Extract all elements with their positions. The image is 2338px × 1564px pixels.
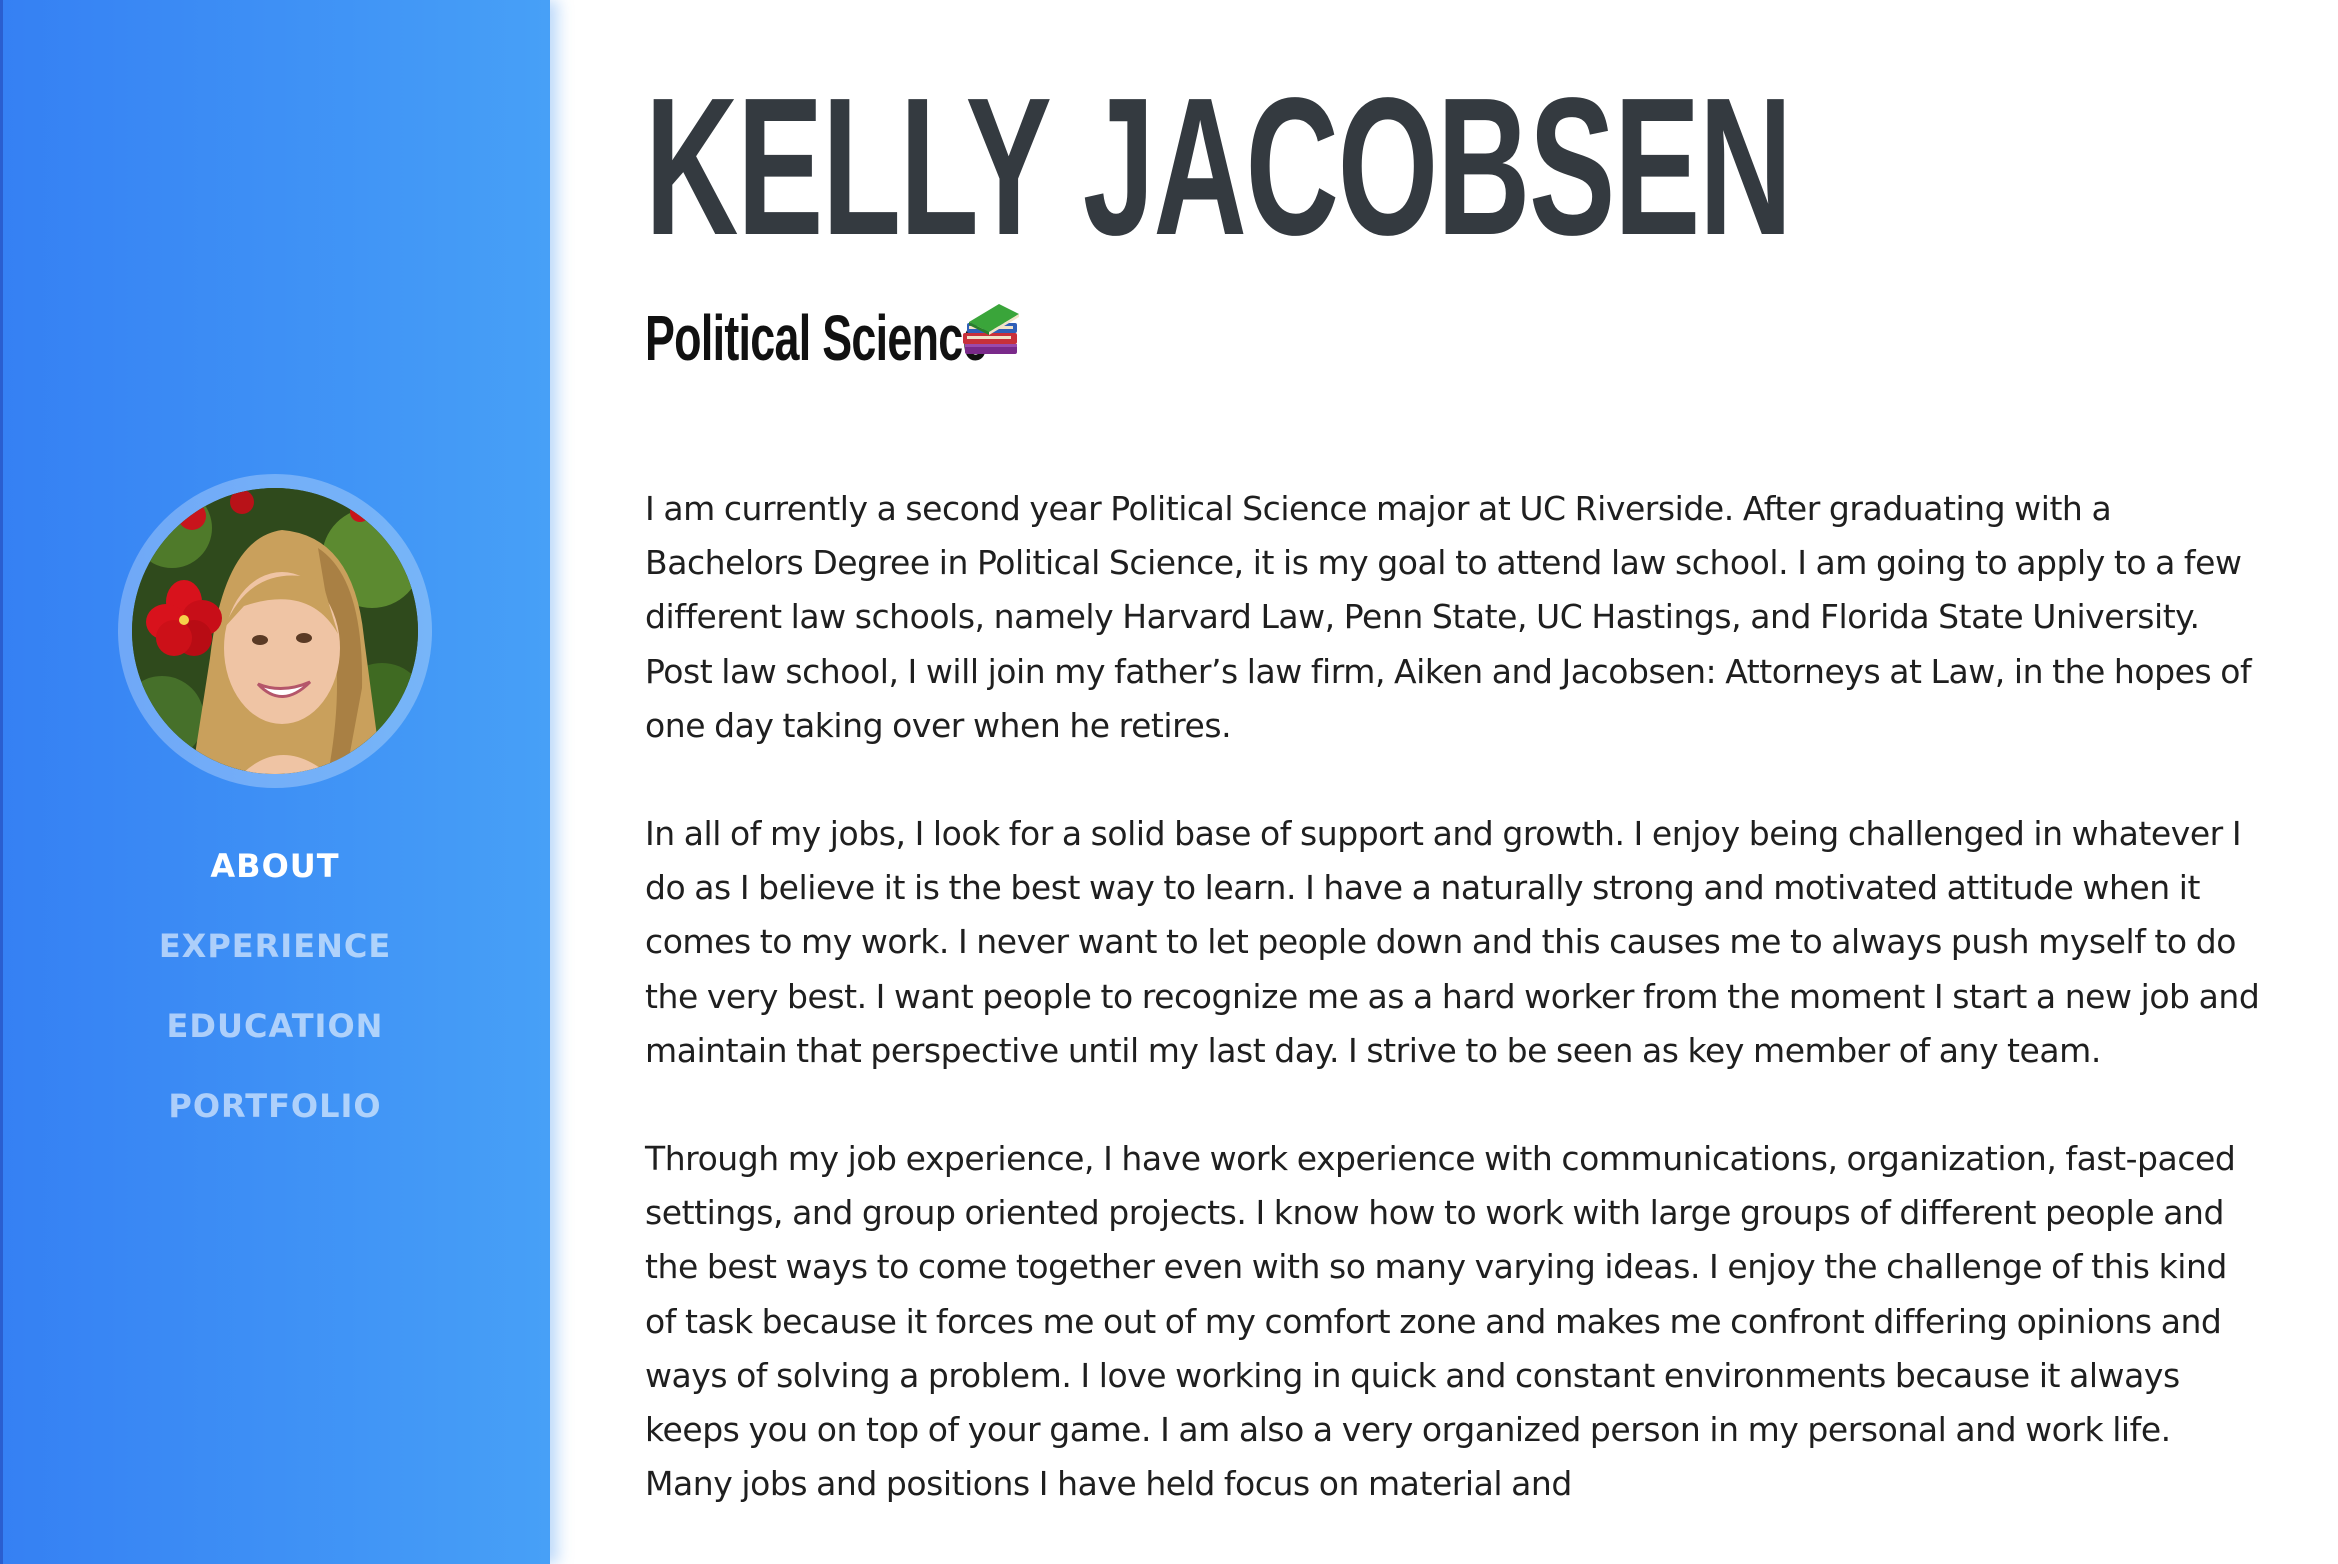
subtitle-text: Political Science (645, 302, 987, 374)
nav-item-about[interactable]: ABOUT (0, 838, 550, 918)
nav-item-portfolio[interactable]: PORTFOLIO (0, 1078, 550, 1158)
avatar-image (132, 488, 418, 774)
sidebar: ABOUT EXPERIENCE EDUCATION PORTFOLIO (0, 0, 550, 1564)
nav-item-education[interactable]: EDUCATION (0, 998, 550, 1078)
about-bio: I am currently a second year Political S… (645, 482, 2265, 1564)
bio-paragraph: In all of my jobs, I look for a solid ba… (645, 814, 2260, 1070)
sidebar-nav: ABOUT EXPERIENCE EDUCATION PORTFOLIO (0, 838, 550, 1158)
bio-paragraph: Through my job experience, I have work e… (645, 1139, 2236, 1504)
page-title: KELLY JACOBSEN (645, 57, 1792, 276)
bio-paragraph: I am currently a second year Political S… (645, 489, 2252, 745)
avatar (132, 488, 418, 774)
subtitle: Political Science (645, 298, 1133, 378)
nav-item-experience[interactable]: EXPERIENCE (0, 918, 550, 998)
avatar-ring (118, 474, 432, 788)
sidebar-edge (0, 0, 3, 1564)
books-icon (963, 304, 1019, 354)
